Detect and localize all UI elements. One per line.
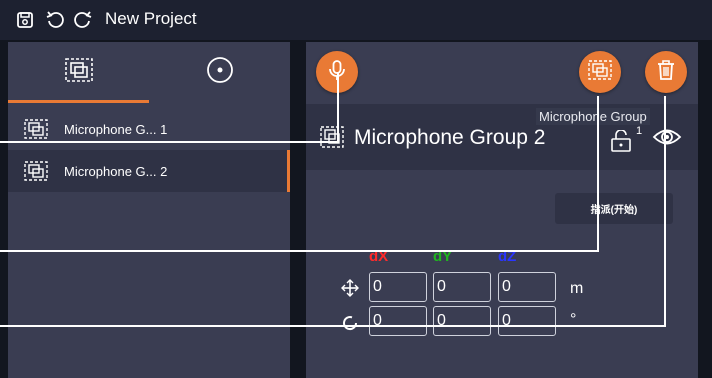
axis-label-z: dZ (498, 248, 517, 265)
move-icon (341, 279, 359, 302)
tab-microphone-groups[interactable] (8, 42, 149, 102)
list-item[interactable]: Microphone G... 1 (8, 108, 290, 150)
undo-icon[interactable] (44, 9, 66, 31)
tab-targets[interactable] (149, 42, 290, 102)
axis-label-x: dX (369, 248, 389, 265)
position-z-input[interactable]: 0 (498, 272, 556, 302)
rotation-y-input[interactable]: 0 (433, 306, 491, 336)
project-title: New Project (105, 9, 197, 28)
active-tab-indicator (8, 100, 149, 103)
title-bar: New Project (0, 0, 712, 40)
assign-start-button[interactable]: 指派(开始) (555, 193, 673, 224)
eye-icon[interactable] (652, 126, 682, 153)
tooltip: Microphone Group (536, 108, 650, 125)
rotation-z-input[interactable]: 0 (498, 306, 556, 336)
lock-count: 1 (636, 125, 643, 137)
list-item[interactable]: Microphone G... 2 (8, 150, 290, 192)
save-icon[interactable] (14, 9, 36, 31)
microphone-button[interactable] (316, 51, 358, 93)
microphone-group-icon (64, 57, 94, 88)
rotation-unit: ° (570, 311, 577, 328)
microphone-group-icon (24, 118, 48, 140)
position-x-input[interactable]: 0 (369, 272, 427, 302)
position-unit: m (570, 280, 584, 297)
rotation-x-input[interactable]: 0 (369, 306, 427, 336)
group-title: Microphone Group 2 (354, 126, 546, 149)
redo-icon[interactable] (72, 9, 94, 31)
microphone-group-icon (588, 59, 612, 85)
add-microphone-group-button[interactable] (579, 51, 621, 93)
trash-icon (656, 59, 676, 86)
lock-icon[interactable] (610, 129, 634, 157)
delete-button[interactable] (645, 51, 687, 93)
list-item-label: Microphone G... 1 (64, 121, 168, 137)
axis-label-y: dY (433, 248, 453, 265)
microphone-group-icon (320, 126, 344, 153)
left-panel: Microphone G... 1 Microphone G... 2 (8, 42, 290, 378)
rotate-icon (341, 314, 359, 337)
position-y-input[interactable]: 0 (433, 272, 491, 302)
microphone-icon (327, 59, 347, 86)
list-item-label: Microphone G... 2 (64, 163, 168, 179)
microphone-group-icon (24, 160, 48, 182)
target-icon (205, 55, 235, 90)
selection-marker (287, 150, 290, 192)
